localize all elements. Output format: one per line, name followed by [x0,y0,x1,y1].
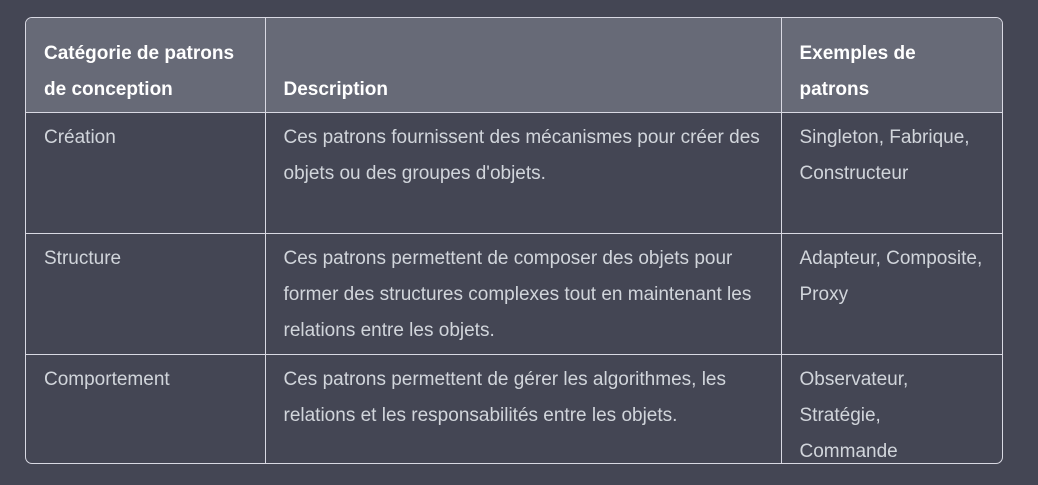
design-patterns-table: Catégorie de patrons de conception Descr… [26,18,1002,463]
header-examples: Exemples de patrons [781,18,1002,113]
header-description: Description [265,18,782,113]
table-body: Création Ces patrons fournissent des méc… [26,112,1002,463]
cell-description: Ces patrons fournissent des mécanismes p… [265,112,782,234]
table-header: Catégorie de patrons de conception Descr… [26,18,1002,113]
cell-category: Comportement [26,354,266,463]
cell-examples: Observateur, Stratégie, Commande [799,369,909,462]
table-row: Structure Ces patrons permettent de comp… [26,233,1002,355]
cell-description: Ces patrons permettent de composer des o… [265,233,782,355]
cell-category: Structure [26,233,266,355]
cell-category: Création [26,112,266,234]
design-patterns-table-container: Catégorie de patrons de conception Descr… [25,17,1003,464]
cell-examples: Adapteur, Composite, Proxy [781,233,1002,355]
cell-examples: Singleton, Fabrique, Constructeur [781,112,1002,234]
table-row: Comportement Ces patrons permettent de g… [26,354,1002,463]
header-row: Catégorie de patrons de conception Descr… [26,18,1002,113]
cell-description: Ces patrons permettent de gérer les algo… [265,354,782,463]
header-category: Catégorie de patrons de conception [26,18,266,113]
table-row: Création Ces patrons fournissent des méc… [26,112,1002,234]
